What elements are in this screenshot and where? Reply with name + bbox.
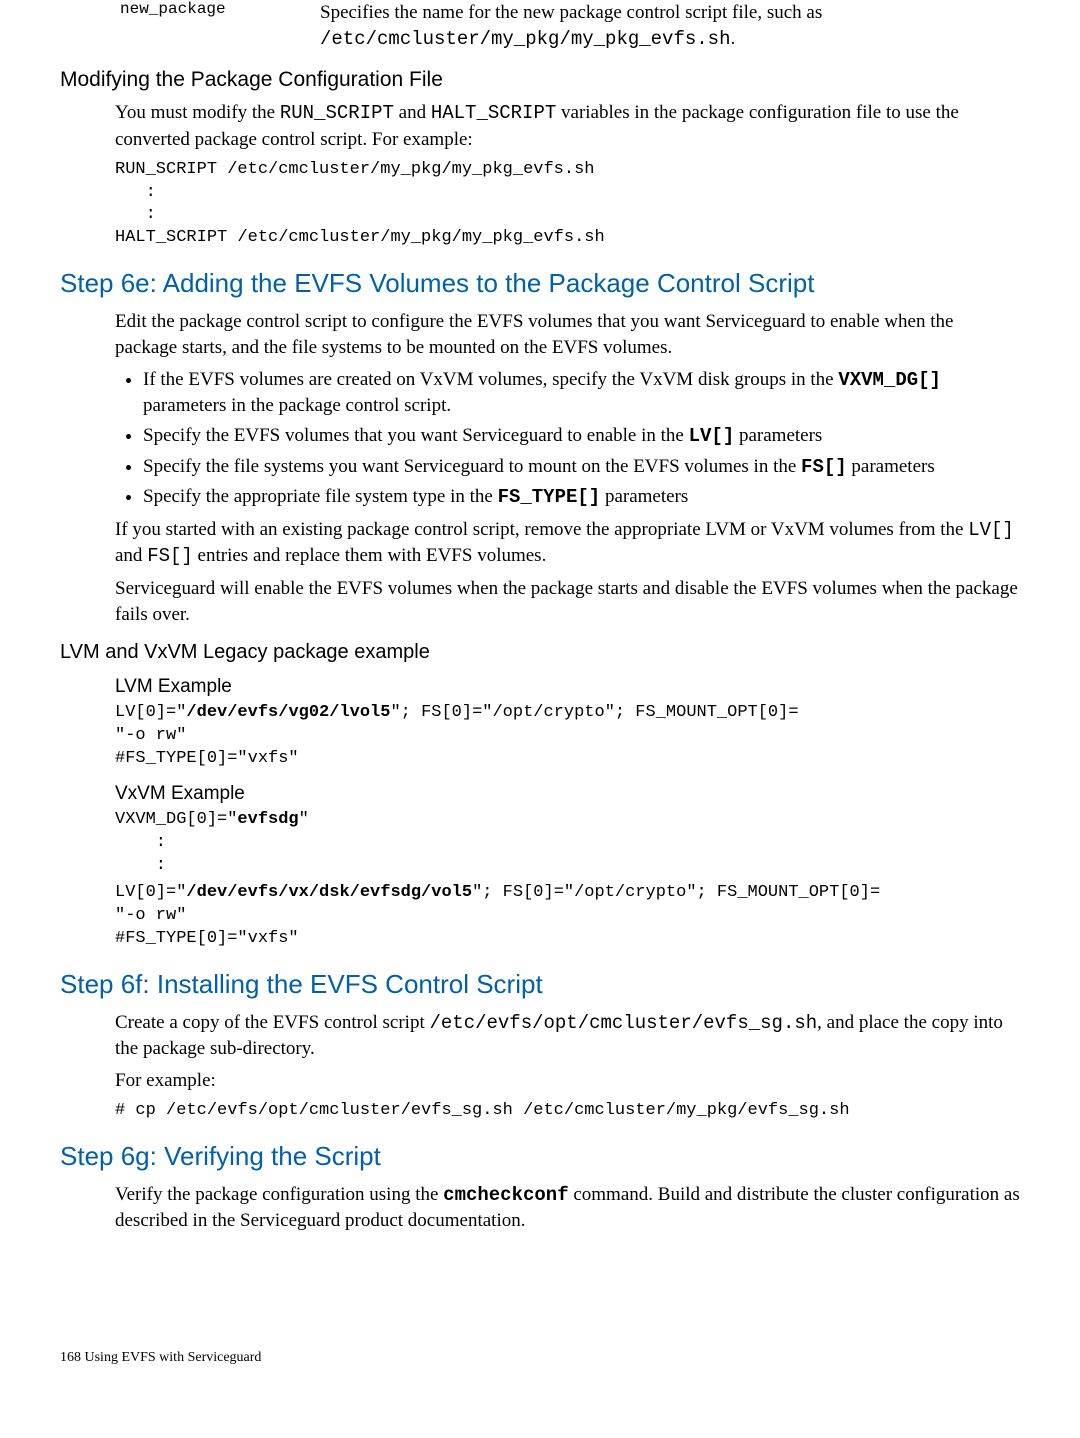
text: parameters xyxy=(847,456,935,477)
code-inline: HALT_SCRIPT xyxy=(431,102,556,124)
definition-row: new_package Specifies the name for the n… xyxy=(120,0,1020,52)
code-block: RUN_SCRIPT /etc/cmcluster/my_pkg/my_pkg_… xyxy=(115,159,1020,251)
code-bold: FS_TYPE[] xyxy=(498,486,601,508)
text: cp /etc/evfs/opt/cmcluster/evfs_sg.sh /e… xyxy=(135,1101,849,1120)
paragraph: Edit the package control script to confi… xyxy=(115,309,1020,360)
code-bold: /dev/evfs/vg02/lvol5 xyxy=(186,703,390,722)
heading-step-6f: Step 6f: Installing the EVFS Control Scr… xyxy=(60,969,1020,1000)
code-bold: cmcheckconf xyxy=(443,1184,568,1206)
text: Specify the file systems you want Servic… xyxy=(143,456,801,477)
text: parameters in the package control script… xyxy=(143,395,451,416)
text: LV[0]=" xyxy=(115,883,186,902)
text: and xyxy=(394,102,431,123)
paragraph: For example: xyxy=(115,1068,1020,1094)
code-bold: evfsdg xyxy=(237,810,298,829)
text: # xyxy=(115,1101,135,1120)
list-item: Specify the EVFS volumes that you want S… xyxy=(143,423,1020,450)
bullet-list: If the EVFS volumes are created on VxVM … xyxy=(115,367,1020,511)
text: Create a copy of the EVFS control script xyxy=(115,1012,429,1033)
heading-step-6g: Step 6g: Verifying the Script xyxy=(60,1141,1020,1172)
text: VXVM_DG[0]=" xyxy=(115,810,237,829)
code-inline: FS[] xyxy=(147,545,193,567)
page-footer: 168 Using EVFS with Serviceguard xyxy=(0,1350,1080,1366)
text: Specify the appropriate file system type… xyxy=(143,486,498,507)
paragraph: You must modify the RUN_SCRIPT and HALT_… xyxy=(115,100,1020,152)
code-block: LV[0]="/dev/evfs/vx/dsk/evfsdg/vol5"; FS… xyxy=(115,882,1020,951)
paragraph: Create a copy of the EVFS control script… xyxy=(115,1010,1020,1062)
text: and xyxy=(115,545,147,566)
text: You must modify the xyxy=(115,102,280,123)
code-bold: FS[] xyxy=(801,456,847,478)
text: Specifies the name for the new package c… xyxy=(320,2,822,23)
heading-vxvm-example: VxVM Example xyxy=(115,783,1020,805)
paragraph: Serviceguard will enable the EVFS volume… xyxy=(115,576,1020,627)
heading-legacy-example: LVM and VxVM Legacy package example xyxy=(60,641,1020,664)
page: new_package Specifies the name for the n… xyxy=(0,0,1080,1290)
code-bold: /dev/evfs/vx/dsk/evfsdg/vol5 xyxy=(186,883,472,902)
text: Specify the EVFS volumes that you want S… xyxy=(143,425,689,446)
definition-term: new_package xyxy=(120,0,320,52)
list-item: If the EVFS volumes are created on VxVM … xyxy=(143,367,1020,419)
list-item: Specify the appropriate file system type… xyxy=(143,484,1020,511)
code-block: # cp /etc/evfs/opt/cmcluster/evfs_sg.sh … xyxy=(115,1100,1020,1123)
text: If the EVFS volumes are created on VxVM … xyxy=(143,369,838,390)
code-bold: LV[] xyxy=(689,425,735,447)
text: parameters xyxy=(734,425,822,446)
text: If you started with an existing package … xyxy=(115,519,968,540)
code-inline: /etc/evfs/opt/cmcluster/evfs_sg.sh xyxy=(429,1012,817,1034)
definition-description: Specifies the name for the new package c… xyxy=(320,0,1020,52)
text: entries and replace them with EVFS volum… xyxy=(193,545,547,566)
paragraph: If you started with an existing package … xyxy=(115,517,1020,570)
code-inline: RUN_SCRIPT xyxy=(280,102,394,124)
heading-modifying-config: Modifying the Package Configuration File xyxy=(60,68,1020,92)
heading-lvm-example: LVM Example xyxy=(115,676,1020,698)
text: . xyxy=(730,28,735,49)
text: LV[0]=" xyxy=(115,703,186,722)
text: parameters xyxy=(600,486,688,507)
paragraph: Verify the package configuration using t… xyxy=(115,1182,1020,1234)
code-bold: VXVM_DG[] xyxy=(838,369,941,391)
code-block: LV[0]="/dev/evfs/vg02/lvol5"; FS[0]="/op… xyxy=(115,702,1020,771)
list-item: Specify the file systems you want Servic… xyxy=(143,454,1020,481)
code-path: /etc/cmcluster/my_pkg/my_pkg_evfs.sh xyxy=(320,28,730,50)
code-block: VXVM_DG[0]="evfsdg" : : xyxy=(115,809,1020,878)
text: Verify the package configuration using t… xyxy=(115,1184,443,1205)
code-inline: LV[] xyxy=(968,519,1014,541)
heading-step-6e: Step 6e: Adding the EVFS Volumes to the … xyxy=(60,268,1020,299)
